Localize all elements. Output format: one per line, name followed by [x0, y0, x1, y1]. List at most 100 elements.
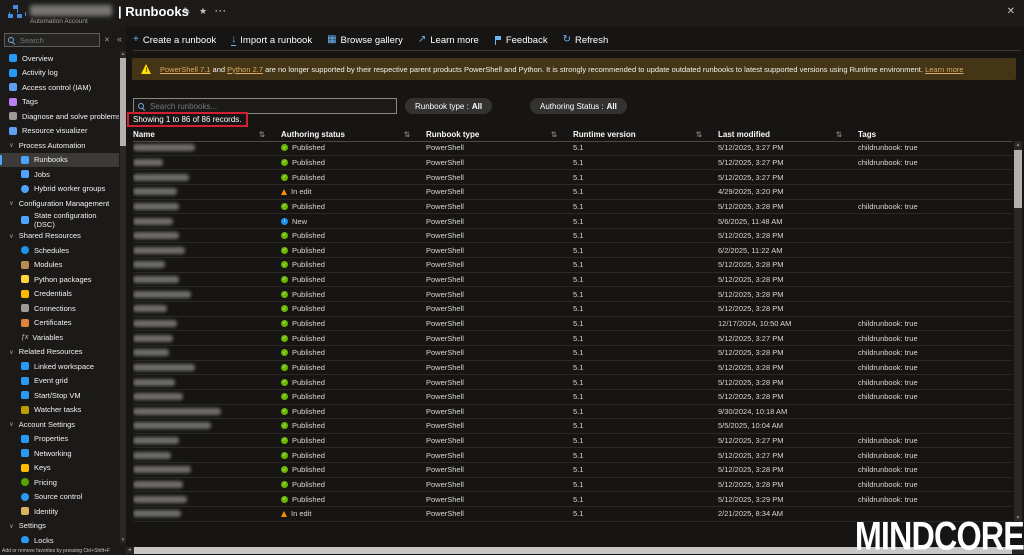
sidebar-item-locks[interactable]: Locks: [0, 533, 119, 543]
tags-cell: childrunbook: true: [858, 392, 1012, 401]
sidebar-item-linked-workspace[interactable]: Linked workspace: [0, 359, 119, 374]
sidebar-item-event-grid[interactable]: Event grid: [0, 374, 119, 389]
table-row[interactable]: ✓PublishedPowerShell5.15/12/2025, 3:27 P…: [133, 170, 1012, 185]
redacted-name-blur: [133, 159, 163, 166]
sidebar-item-source-control[interactable]: Source control: [0, 490, 119, 505]
table-row[interactable]: ✓PublishedPowerShell5.15/12/2025, 3:28 P…: [133, 478, 1012, 493]
runtime-version-cell: 5.1: [573, 378, 718, 387]
table-row[interactable]: ✓PublishedPowerShell5.15/12/2025, 3:28 P…: [133, 287, 1012, 302]
pin-icon[interactable]: ✎: [183, 6, 191, 17]
banner-link[interactable]: PowerShell 7.1: [160, 65, 210, 74]
sort-icon[interactable]: ⇅: [551, 130, 557, 139]
sidebar-item-networking[interactable]: Networking: [0, 446, 119, 461]
table-row[interactable]: ✓PublishedPowerShell5.112/17/2024, 10:50…: [133, 317, 1012, 332]
column-header-authoring-status[interactable]: Authoring status⇅: [281, 130, 426, 139]
table-row[interactable]: ✓PublishedPowerShell5.15/12/2025, 3:28 P…: [133, 361, 1012, 376]
table-row[interactable]: ✓PublishedPowerShell5.15/12/2025, 3:27 P…: [133, 156, 1012, 171]
column-header-last-modified[interactable]: Last modified⇅: [718, 130, 858, 139]
table-row[interactable]: ✓PublishedPowerShell5.15/12/2025, 3:28 P…: [133, 375, 1012, 390]
sidebar-item-connections[interactable]: Connections: [0, 301, 119, 316]
table-row[interactable]: ✓PublishedPowerShell5.15/5/2025, 10:04 A…: [133, 419, 1012, 434]
table-row[interactable]: ✓PublishedPowerShell5.15/12/2025, 3:28 P…: [133, 229, 1012, 244]
table-row[interactable]: ✓PublishedPowerShell5.15/12/2025, 3:28 P…: [133, 200, 1012, 215]
scroll-up-icon[interactable]: ▲: [1014, 141, 1022, 149]
table-row[interactable]: ✓PublishedPowerShell5.15/12/2025, 3:28 P…: [133, 302, 1012, 317]
table-scrollbar-thumb[interactable]: [1014, 150, 1022, 208]
sidebar-group-process-automation[interactable]: ∨Process Automation: [0, 138, 119, 153]
sidebar-item-runbooks[interactable]: Runbooks: [0, 153, 119, 168]
sidebar-item-overview[interactable]: Overview: [0, 51, 119, 66]
sidebar-item-schedules[interactable]: Schedules: [0, 243, 119, 258]
close-icon[interactable]: ✕: [1007, 6, 1015, 17]
sidebar-group-shared-resources[interactable]: ∨Shared Resources: [0, 229, 119, 244]
create-runbook-button[interactable]: +Create a runbook: [133, 35, 216, 46]
sidebar-item-identity[interactable]: Identity: [0, 504, 119, 519]
sidebar-item-start-stop-vm[interactable]: Start/Stop VM: [0, 388, 119, 403]
sidebar-search-clear-icon[interactable]: ✕: [104, 36, 110, 44]
sidebar-item-watcher-tasks[interactable]: Watcher tasks: [0, 403, 119, 418]
column-header-name[interactable]: Name⇅: [133, 130, 281, 139]
feedback-button[interactable]: Feedback: [494, 35, 548, 46]
sidebar-item-properties[interactable]: Properties: [0, 432, 119, 447]
sidebar-item-jobs[interactable]: Jobs: [0, 167, 119, 182]
sort-icon[interactable]: ⇅: [259, 130, 265, 139]
sort-icon[interactable]: ⇅: [836, 130, 842, 139]
sidebar-item-diagnose-and-solve-problems[interactable]: Diagnose and solve problems: [0, 109, 119, 124]
sidebar-group-account-settings[interactable]: ∨Account Settings: [0, 417, 119, 432]
column-header-tags[interactable]: Tags: [858, 130, 1012, 139]
runbook-type-filter[interactable]: Runbook type :All: [405, 98, 492, 114]
resource-visualizer-icon: [9, 127, 17, 135]
sidebar-item-pricing[interactable]: Pricing: [0, 475, 119, 490]
table-vertical-scrollbar[interactable]: ▲ ▼: [1014, 141, 1022, 522]
table-row[interactable]: In editPowerShell5.14/29/2025, 3:20 PM: [133, 185, 1012, 200]
learn-more-button[interactable]: ↗Learn more: [418, 35, 479, 46]
table-row[interactable]: ✓PublishedPowerShell5.15/12/2025, 3:28 P…: [133, 273, 1012, 288]
command-bar-divider: [133, 50, 1021, 51]
sort-icon[interactable]: ⇅: [696, 130, 702, 139]
table-row[interactable]: ✓PublishedPowerShell5.15/12/2025, 3:27 P…: [133, 141, 1012, 156]
sort-icon[interactable]: ⇅: [404, 130, 410, 139]
sidebar-item-python-packages[interactable]: Python packages: [0, 272, 119, 287]
sidebar-item-label: Overview: [22, 54, 53, 63]
sidebar-item-access-control-iam[interactable]: Access control (IAM): [0, 80, 119, 95]
browse-gallery-button[interactable]: ▦Browse gallery: [327, 35, 403, 46]
sidebar-item-state-configuration-dsc[interactable]: State configuration (DSC): [0, 211, 119, 229]
favorite-star-icon[interactable]: ★: [199, 6, 207, 17]
banner-link[interactable]: Learn more: [925, 65, 963, 74]
runbooks-search-input[interactable]: [148, 101, 392, 112]
sidebar-item-resource-visualizer[interactable]: Resource visualizer: [0, 124, 119, 139]
sidebar-item-modules[interactable]: Modules: [0, 258, 119, 273]
authoring-status-filter[interactable]: Authoring Status :All: [530, 98, 627, 114]
import-runbook-button[interactable]: ↓Import a runbook: [231, 35, 312, 46]
more-options-icon[interactable]: ···: [215, 6, 227, 16]
scroll-left-icon[interactable]: ◄: [127, 547, 132, 554]
column-header-runtime-version[interactable]: Runtime version⇅: [573, 130, 718, 139]
table-row[interactable]: ✓PublishedPowerShell5.15/12/2025, 3:29 P…: [133, 492, 1012, 507]
sidebar-item-certificates[interactable]: Certificates: [0, 316, 119, 331]
table-row[interactable]: ✓PublishedPowerShell5.15/12/2025, 3:28 P…: [133, 346, 1012, 361]
sidebar-group-related-resources[interactable]: ∨Related Resources: [0, 345, 119, 360]
table-row[interactable]: iNewPowerShell5.15/6/2025, 11:48 AM: [133, 214, 1012, 229]
sidebar-group-configuration-management[interactable]: ∨Configuration Management: [0, 196, 119, 211]
sidebar-group-settings[interactable]: ∨Settings: [0, 519, 119, 534]
table-row[interactable]: ✓PublishedPowerShell5.15/12/2025, 3:27 P…: [133, 448, 1012, 463]
table-row[interactable]: ✓PublishedPowerShell5.15/12/2025, 3:27 P…: [133, 434, 1012, 449]
sidebar-item-variables[interactable]: ƒxVariables: [0, 330, 119, 345]
sidebar-search-input[interactable]: [18, 35, 96, 46]
table-row[interactable]: ✓PublishedPowerShell5.15/12/2025, 3:28 P…: [133, 463, 1012, 478]
sidebar-item-credentials[interactable]: Credentials: [0, 287, 119, 302]
column-header-runbook-type[interactable]: Runbook type⇅: [426, 130, 573, 139]
sidebar-item-tags[interactable]: Tags: [0, 95, 119, 110]
sidebar-item-keys[interactable]: Keys: [0, 461, 119, 476]
table-row[interactable]: ✓PublishedPowerShell5.15/12/2025, 3:28 P…: [133, 390, 1012, 405]
table-row[interactable]: ✓PublishedPowerShell5.16/2/2025, 11:22 A…: [133, 243, 1012, 258]
sidebar-item-activity-log[interactable]: Activity log: [0, 66, 119, 81]
sidebar-collapse-icon[interactable]: «: [117, 34, 122, 44]
sidebar-item-hybrid-worker-groups[interactable]: Hybrid worker groups: [0, 182, 119, 197]
table-row[interactable]: ✓PublishedPowerShell5.15/12/2025, 3:27 P…: [133, 331, 1012, 346]
sidebar-search-box[interactable]: [4, 33, 100, 47]
table-row[interactable]: ✓PublishedPowerShell5.15/12/2025, 3:28 P…: [133, 258, 1012, 273]
table-row[interactable]: ✓PublishedPowerShell5.19/30/2024, 10:18 …: [133, 405, 1012, 420]
refresh-button[interactable]: ↻Refresh: [563, 35, 609, 46]
banner-link[interactable]: Python 2.7: [227, 65, 263, 74]
